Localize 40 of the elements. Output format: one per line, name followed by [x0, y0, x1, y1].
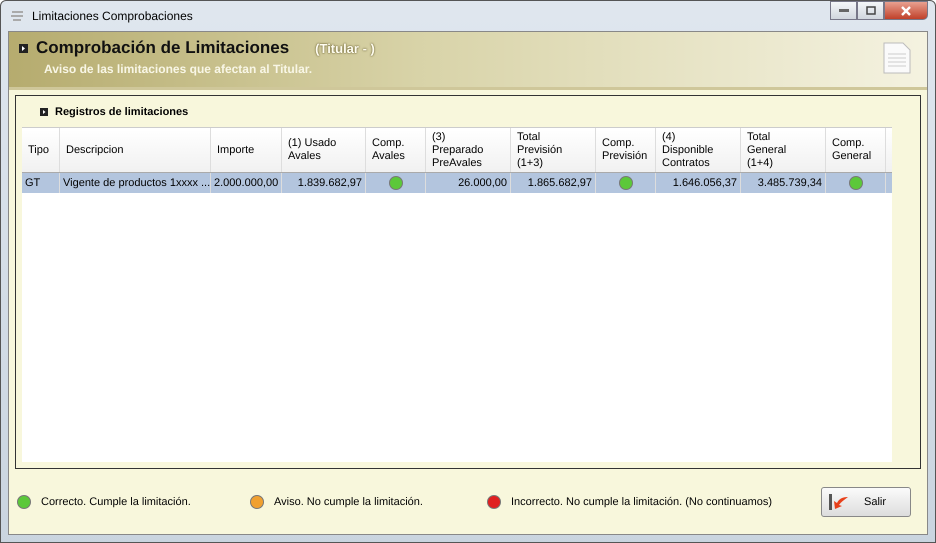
- column-header[interactable]: Tipo: [22, 128, 60, 172]
- bullet-icon: [19, 44, 28, 52]
- table-cell: 1.839.682,97: [282, 173, 366, 193]
- column-header[interactable]: Comp. General: [826, 128, 886, 172]
- column-header[interactable]: (1) Usado Avales: [282, 128, 366, 172]
- legend-label: Incorrecto. No cumple la limitación. (No continuamos): [511, 496, 772, 508]
- column-header[interactable]: Comp. Avales: [366, 128, 426, 172]
- bullet-icon: [40, 108, 48, 116]
- table-cell: 3.485.739,34: [741, 173, 826, 193]
- column-header[interactable]: Total Previsión (1+3): [511, 128, 596, 172]
- table-cell: GT: [22, 173, 60, 193]
- column-header[interactable]: Descripcion: [60, 128, 211, 172]
- close-button[interactable]: [884, 1, 928, 20]
- app-icon: [10, 10, 26, 22]
- close-icon: [900, 6, 912, 16]
- column-header[interactable]: (3) Preparado PreAvales: [426, 128, 511, 172]
- exit-arrow-icon: [828, 492, 850, 510]
- minimize-icon: [838, 8, 848, 12]
- table-cell: 2.000.000,00: [211, 173, 282, 193]
- column-header[interactable]: Comp. Previsión: [596, 128, 656, 172]
- table-cell: 1.865.682,97: [511, 173, 596, 193]
- column-header[interactable]: (4) Disponible Contratos: [656, 128, 741, 172]
- legend-label: Correcto. Cumple la limitación.: [41, 496, 191, 508]
- maximize-icon: [866, 6, 876, 15]
- table-cell: 26.000,00: [426, 173, 511, 193]
- minimize-button[interactable]: [830, 1, 857, 20]
- table-cell: Vigente de productos 1xxxx ...: [60, 173, 211, 193]
- legend-label: Aviso. No cumple la limitación.: [274, 496, 423, 508]
- column-header[interactable]: Importe: [211, 128, 282, 172]
- table-cell: 1.646.056,37: [656, 173, 741, 193]
- document-icon: [883, 42, 911, 74]
- exit-button[interactable]: Salir: [821, 486, 911, 516]
- header-subtitle: Aviso de las limitaciones que afectan al Titular.: [44, 62, 314, 76]
- header-title: Comprobación de Limitaciones: [36, 38, 290, 58]
- column-header[interactable]: Total General (1+4): [741, 128, 826, 172]
- header-subject: (Titular - ): [315, 40, 375, 56]
- table-row[interactable]: GT Vigente de productos 1xxxx ... 2.000.000,00 1.839.682,97 26.000,00 1.865.682,97 1.646.056,37 3.485.739,34: [22, 173, 892, 193]
- maximize-button[interactable]: [857, 1, 884, 20]
- panel-title: Registros de limitaciones: [55, 106, 188, 118]
- window-title: Limitaciones Comprobaciones: [32, 9, 193, 23]
